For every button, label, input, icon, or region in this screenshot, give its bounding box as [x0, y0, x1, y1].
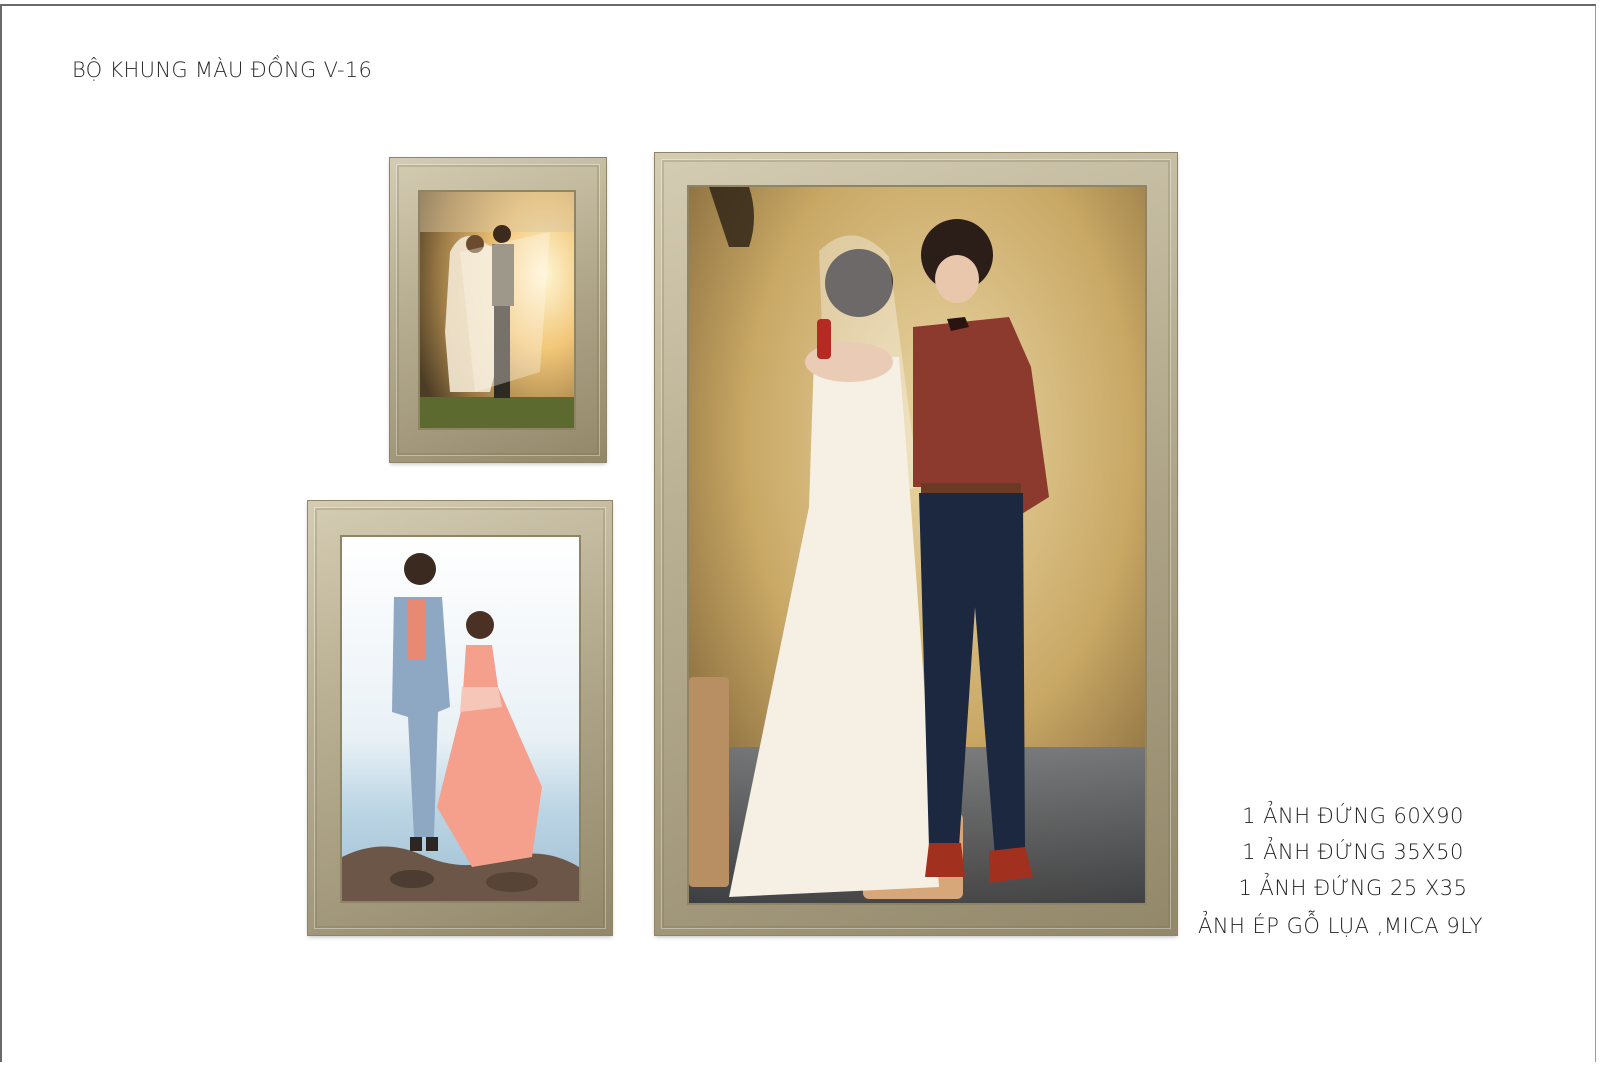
frame-large [655, 153, 1177, 935]
photo-couple-veil [420, 192, 574, 428]
photo-couple-vintage [689, 187, 1145, 903]
spec-line-1: 1 ẢNH ĐỨNG 60X90 [1242, 804, 1464, 828]
specs-block: 1 ẢNH ĐỨNG 60X90 1 ẢNH ĐỨNG 35X50 1 ẢNH … [1198, 798, 1508, 938]
frame-medium [308, 501, 612, 935]
photo-couple-beach [342, 537, 579, 901]
spec-line-3: 1 ẢNH ĐỨNG 25 X35 [1238, 876, 1468, 900]
page-title: BỘ KHUNG MÀU ĐỒNG V-16 [72, 58, 373, 82]
spec-note: ẢNH ÉP GỖ LỤA ,MICA 9LY [1198, 914, 1483, 938]
frame-small [390, 158, 606, 462]
spec-line-2: 1 ẢNH ĐỨNG 35X50 [1242, 840, 1464, 864]
